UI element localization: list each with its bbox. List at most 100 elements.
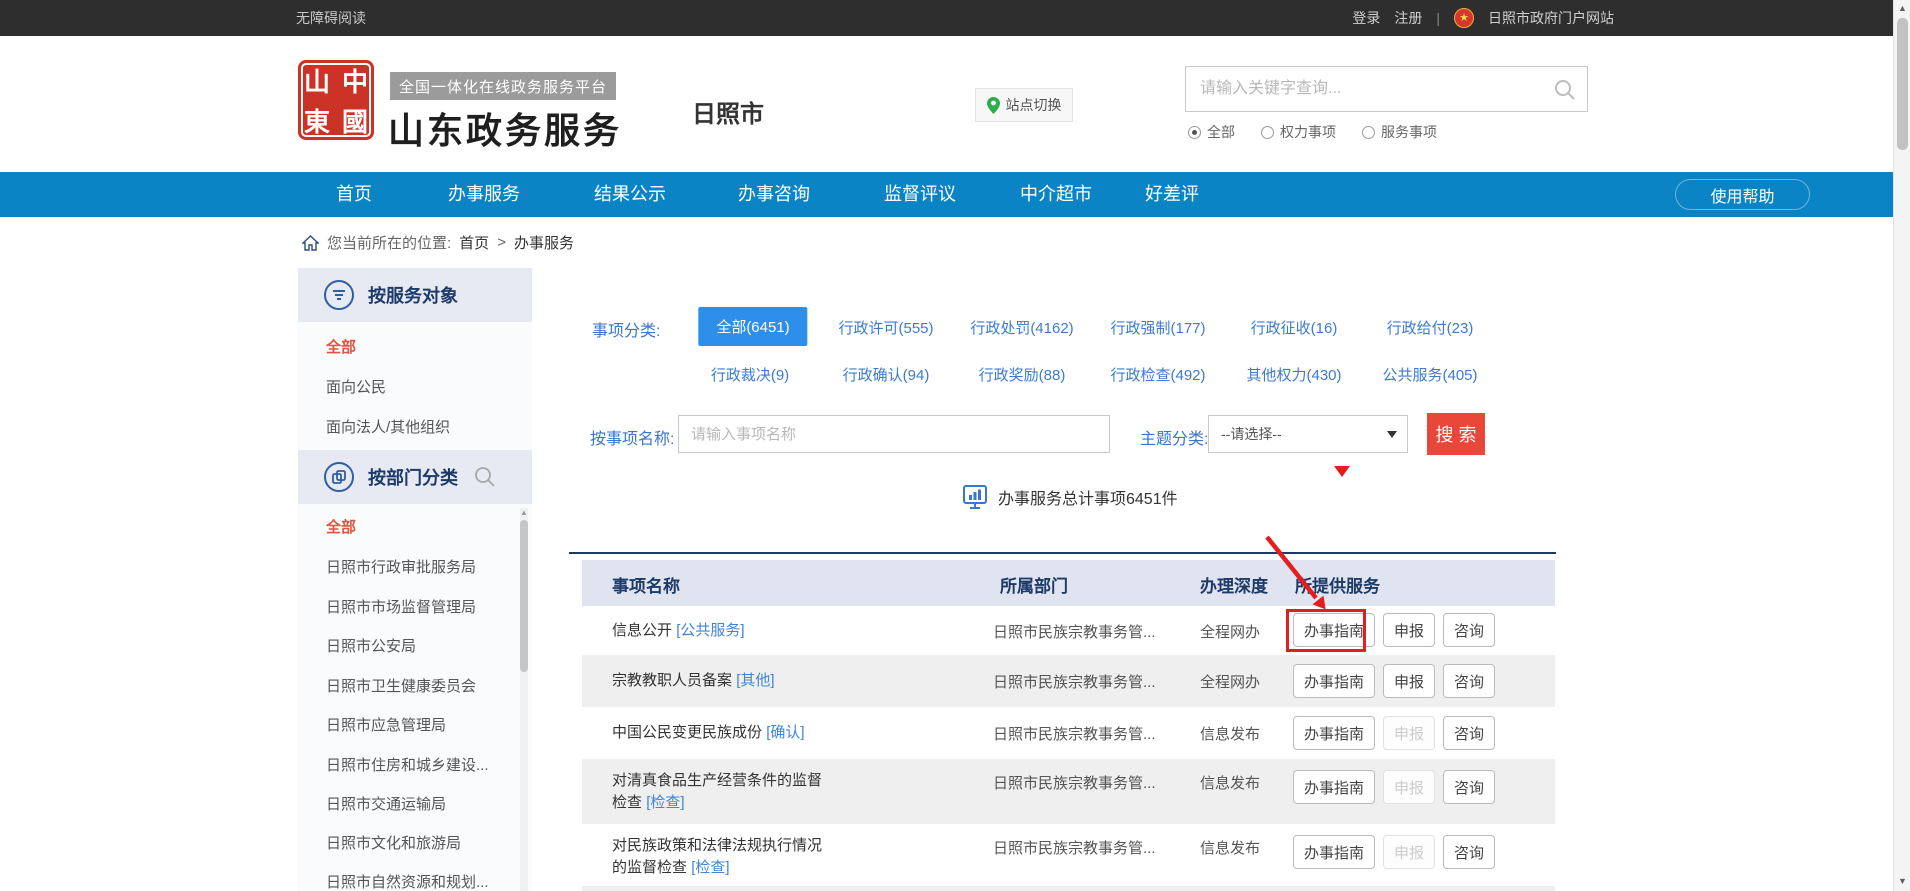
nav-item-intermediary[interactable]: 中介超市	[1020, 172, 1092, 217]
sidebar-item-dept-2[interactable]: 日照市市场监督管理局	[326, 596, 476, 617]
sidebar-item-dept-4[interactable]: 日照市卫生健康委员会	[326, 675, 476, 696]
item-tag-link[interactable]: [检查]	[646, 794, 684, 811]
guide-button[interactable]: 办事指南	[1293, 716, 1375, 750]
col-department: 所属部门	[1000, 572, 1068, 597]
search-icon[interactable]	[1553, 78, 1577, 102]
platform-tagline: 全国一体化在线政务服务平台	[390, 72, 616, 100]
accessibility-link[interactable]: 无障碍阅读	[296, 0, 366, 36]
col-depth: 办理深度	[1200, 572, 1268, 597]
tab-xingzheng-jifu[interactable]: 行政给付(23)	[1387, 317, 1474, 338]
item-tag-link[interactable]: [公共服务]	[676, 622, 744, 639]
consult-button[interactable]: 咨询	[1443, 835, 1495, 869]
tab-xingzheng-xuke[interactable]: 行政许可(555)	[838, 317, 933, 338]
item-tag-link[interactable]: [确认]	[766, 724, 804, 741]
scrollbar-up-icon[interactable]: ▲	[520, 508, 528, 518]
tab-xingzheng-qiangzhi[interactable]: 行政强制(177)	[1110, 317, 1205, 338]
item-depth: 全程网办	[1200, 621, 1260, 642]
consult-button[interactable]: 咨询	[1443, 716, 1495, 750]
login-link[interactable]: 登录	[1352, 8, 1380, 28]
nav-item-home[interactable]: 首页	[336, 172, 372, 217]
page: 无障碍阅读 登录 注册 | ★ 日照市政府门户网站 山 中 東 國 全国一体化在…	[0, 0, 1910, 891]
browser-scrollbar[interactable]: ▲ ▼	[1893, 0, 1910, 891]
item-depth: 信息发布	[1200, 772, 1260, 793]
sidebar-item-dept-3[interactable]: 日照市公安局	[326, 635, 416, 656]
sidebar-item-dept-1[interactable]: 日照市行政审批服务局	[326, 556, 476, 577]
keyword-search-input[interactable]	[1200, 67, 1540, 111]
scope-power-items[interactable]: 权力事项	[1261, 122, 1336, 142]
guide-button[interactable]: 办事指南	[1293, 613, 1375, 647]
item-depth: 信息发布	[1200, 837, 1260, 858]
site-switch-button[interactable]: 站点切换	[975, 88, 1073, 122]
tab-xingzheng-chufa[interactable]: 行政处罚(4162)	[970, 317, 1073, 338]
nav-item-services[interactable]: 办事服务	[448, 172, 520, 217]
apply-button[interactable]: 申报	[1383, 613, 1435, 647]
consult-button[interactable]: 咨询	[1443, 613, 1495, 647]
tab-xingzheng-caijue[interactable]: 行政裁决(9)	[711, 364, 789, 385]
radio-icon	[1362, 126, 1375, 139]
sidebar-item-target-all[interactable]: 全部	[326, 336, 356, 357]
header-search-box	[1185, 66, 1588, 112]
consult-button[interactable]: 咨询	[1443, 770, 1495, 804]
site-header: 山 中 東 國 全国一体化在线政务服务平台 山东政务服务 日照市 站点切换	[0, 36, 1893, 172]
item-name-link[interactable]: 中国公民变更民族成份	[612, 724, 762, 741]
tab-gonggong-fuwu[interactable]: 公共服务(405)	[1382, 364, 1477, 385]
apply-button[interactable]: 申报	[1383, 664, 1435, 698]
browser-scrollbar-thumb[interactable]	[1897, 18, 1908, 150]
sidebar-item-dept-5[interactable]: 日照市应急管理局	[326, 714, 446, 735]
guide-button[interactable]: 办事指南	[1293, 664, 1375, 698]
table-header: 事项名称 所属部门 办理深度 所提供服务	[582, 560, 1555, 606]
col-item-name: 事项名称	[612, 572, 680, 597]
sidebar-item-dept-8[interactable]: 日照市文化和旅游局	[326, 832, 461, 853]
scope-all[interactable]: 全部	[1188, 122, 1235, 142]
item-name-link[interactable]: 宗教教职人员备案	[612, 672, 732, 689]
nav-item-supervision[interactable]: 监督评议	[884, 172, 956, 217]
search-scope-radios: 全部 权力事项 服务事项	[1188, 122, 1437, 142]
item-department: 日照市民族宗教事务管...	[993, 671, 1156, 692]
sidebar-item-dept-all[interactable]: 全部	[326, 516, 356, 537]
tab-xingzheng-jiangli[interactable]: 行政奖励(88)	[979, 364, 1066, 385]
guide-button[interactable]: 办事指南	[1293, 770, 1375, 804]
home-icon	[302, 235, 319, 251]
breadcrumb-prefix: 您当前所在的位置:	[327, 232, 451, 253]
tab-all[interactable]: 全部(6451)	[698, 307, 807, 346]
scrollbar-up-icon[interactable]: ▲	[1894, 3, 1910, 13]
item-name-input[interactable]	[678, 415, 1110, 453]
item-tag-link[interactable]: [其他]	[736, 672, 774, 689]
topbar-divider: |	[1436, 10, 1440, 26]
sidebar-item-dept-7[interactable]: 日照市交通运输局	[326, 793, 446, 814]
breadcrumb-home[interactable]: 首页	[459, 232, 489, 253]
table-row: 中国公民变更民族成份 [确认] 日照市民族宗教事务管... 信息发布 办事指南 …	[582, 707, 1555, 759]
scrollbar-down-icon[interactable]: ▼	[1894, 876, 1910, 886]
item-name-link[interactable]: 对清真食品生产经营条件的监督检查	[612, 772, 822, 811]
consult-button[interactable]: 咨询	[1443, 664, 1495, 698]
sidebar-item-legal-persons[interactable]: 面向法人/其他组织	[326, 416, 450, 437]
item-tag-link[interactable]: [检查]	[691, 859, 729, 876]
topic-select[interactable]: --请选择--	[1208, 415, 1408, 453]
tab-qita-quanli[interactable]: 其他权力(430)	[1246, 364, 1341, 385]
nav-item-consult[interactable]: 办事咨询	[738, 172, 810, 217]
sidebar-scrollbar-thumb[interactable]	[520, 520, 528, 672]
guide-button[interactable]: 办事指南	[1293, 835, 1375, 869]
help-button[interactable]: 使用帮助	[1675, 179, 1810, 210]
chart-monitor-icon	[962, 484, 988, 510]
item-name-link[interactable]: 信息公开	[612, 622, 672, 639]
tab-xingzheng-zhengshou[interactable]: 行政征收(16)	[1251, 317, 1338, 338]
main-nav: 首页 办事服务 结果公示 办事咨询 监督评议 中介超市 好差评 使用帮助	[0, 172, 1893, 217]
next-row-edge	[582, 886, 1555, 891]
scope-service-items[interactable]: 服务事项	[1362, 122, 1437, 142]
item-depth: 全程网办	[1200, 671, 1260, 692]
sidebar-item-citizens[interactable]: 面向公民	[326, 376, 386, 397]
department-search-icon[interactable]	[474, 466, 496, 488]
sidebar-item-dept-6[interactable]: 日照市住房和城乡建设...	[326, 754, 489, 775]
nav-item-rating[interactable]: 好差评	[1145, 172, 1199, 217]
left-sidebar: 按服务对象 全部 面向公民 面向法人/其他组织 按部门分类 全部 日照市行政审批…	[298, 268, 532, 891]
search-button[interactable]: 搜索	[1427, 413, 1485, 455]
nav-item-results[interactable]: 结果公示	[594, 172, 666, 217]
portal-link[interactable]: 日照市政府门户网站	[1488, 8, 1614, 28]
breadcrumb-current[interactable]: 办事服务	[514, 232, 574, 253]
register-link[interactable]: 注册	[1394, 8, 1422, 28]
tab-xingzheng-queren[interactable]: 行政确认(94)	[843, 364, 930, 385]
sidebar-scrollbar[interactable]: ▲	[520, 508, 528, 891]
sidebar-item-dept-9[interactable]: 日照市自然资源和规划...	[326, 871, 489, 891]
tab-xingzheng-jiancha[interactable]: 行政检查(492)	[1110, 364, 1205, 385]
